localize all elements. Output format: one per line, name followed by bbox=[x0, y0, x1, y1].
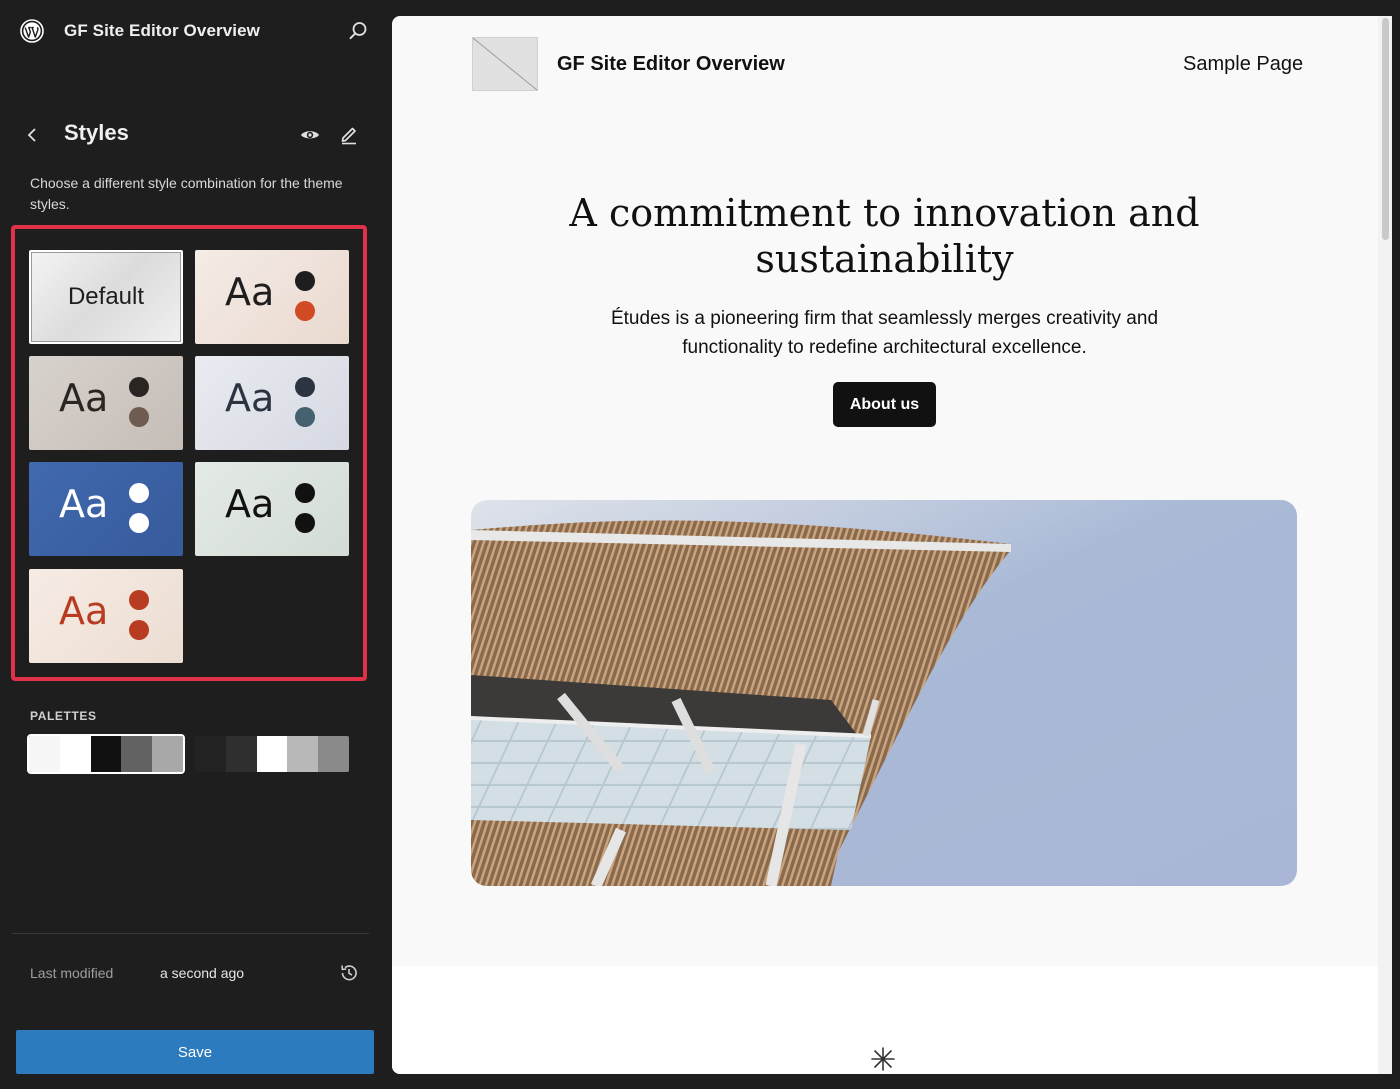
sidebar-divider bbox=[12, 933, 369, 934]
styles-description: Choose a different style combination for… bbox=[30, 175, 343, 212]
back-chevron-icon[interactable] bbox=[22, 124, 42, 146]
save-button[interactable]: Save bbox=[16, 1030, 374, 1074]
palette-swatch bbox=[225, 736, 257, 772]
palette-swatch bbox=[90, 736, 122, 772]
variation-color-dot bbox=[129, 620, 149, 640]
style-variations-grid: Default Aa Aa Aa Aa Aa Aa bbox=[11, 225, 367, 681]
style-variation-4[interactable]: Aa bbox=[195, 356, 349, 450]
variation-color-dot bbox=[295, 377, 315, 397]
palette-swatch bbox=[121, 736, 153, 772]
variation-label: Default bbox=[67, 283, 145, 310]
style-variation-6[interactable]: Aa bbox=[195, 462, 349, 556]
variation-color-dot bbox=[129, 377, 149, 397]
variation-color-dot bbox=[129, 590, 149, 610]
preview-site-title[interactable]: GF Site Editor Overview bbox=[557, 53, 785, 76]
last-modified-label: Last modified bbox=[30, 965, 114, 981]
palette-swatch bbox=[256, 736, 288, 772]
variation-sample-text: Aa bbox=[59, 589, 109, 633]
hero-architecture-image[interactable] bbox=[471, 500, 1297, 886]
site-title[interactable]: GF Site Editor Overview bbox=[64, 21, 260, 41]
last-modified-value: a second ago bbox=[160, 965, 245, 981]
variation-sample-text: Aa bbox=[59, 376, 109, 420]
variation-sample-text: Aa bbox=[225, 376, 275, 420]
variation-color-dot bbox=[295, 513, 315, 533]
wordpress-logo-icon[interactable] bbox=[20, 19, 44, 43]
palette-swatch bbox=[29, 736, 60, 772]
history-icon[interactable] bbox=[338, 962, 360, 984]
nav-link-sample-page[interactable]: Sample Page bbox=[1183, 53, 1303, 76]
asterisk-icon bbox=[870, 1046, 896, 1072]
variation-sample-text: Aa bbox=[225, 482, 275, 526]
variation-sample-text: Aa bbox=[59, 482, 109, 526]
palette-swatch bbox=[152, 736, 183, 772]
variation-color-dot bbox=[295, 407, 315, 427]
eye-icon[interactable] bbox=[298, 124, 322, 146]
style-variation-5[interactable]: Aa bbox=[29, 462, 183, 556]
variation-color-dot bbox=[129, 407, 149, 427]
hero-heading[interactable]: A commitment to innovation and sustainab… bbox=[562, 190, 1207, 282]
palette-option-2[interactable] bbox=[195, 736, 349, 772]
variation-color-dot bbox=[295, 301, 315, 321]
palettes-heading: PALETTES bbox=[30, 709, 97, 723]
pencil-icon[interactable] bbox=[338, 123, 360, 145]
style-variation-3[interactable]: Aa bbox=[29, 356, 183, 450]
variation-color-dot bbox=[129, 483, 149, 503]
variation-color-dot bbox=[295, 483, 315, 503]
variation-color-dot bbox=[295, 271, 315, 291]
hero-paragraph[interactable]: Études is a pioneering firm that seamles… bbox=[562, 304, 1207, 362]
style-variation-default[interactable]: Default bbox=[29, 250, 183, 344]
site-preview-canvas[interactable]: GF Site Editor Overview Sample Page A co… bbox=[392, 16, 1378, 1074]
canvas-scrollbar-thumb[interactable] bbox=[1382, 18, 1389, 240]
style-variation-7[interactable]: Aa bbox=[29, 569, 183, 663]
palette-swatch bbox=[287, 736, 319, 772]
palette-swatch bbox=[318, 736, 349, 772]
panel-title: Styles bbox=[64, 120, 129, 145]
palette-swatch bbox=[195, 736, 226, 772]
editor-sidebar: GF Site Editor Overview Styles Choose a … bbox=[0, 0, 392, 1089]
site-logo-placeholder[interactable] bbox=[472, 37, 538, 91]
style-variation-2[interactable]: Aa bbox=[195, 250, 349, 344]
search-icon[interactable] bbox=[347, 20, 369, 42]
palette-option-1[interactable] bbox=[27, 734, 185, 774]
variation-color-dot bbox=[129, 513, 149, 533]
variation-sample-text: Aa bbox=[225, 270, 275, 314]
palette-swatch bbox=[59, 736, 91, 772]
about-us-button[interactable]: About us bbox=[833, 382, 936, 427]
